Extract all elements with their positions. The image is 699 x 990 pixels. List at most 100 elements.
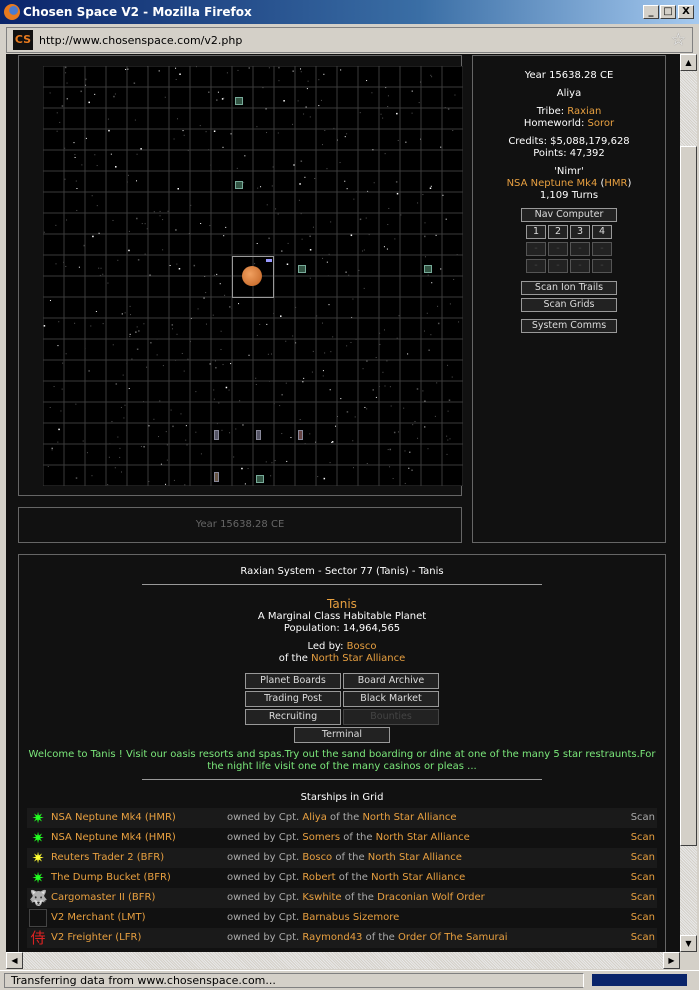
trading-post-button[interactable]: Trading Post [245, 691, 341, 707]
star [272, 166, 274, 168]
scroll-right-button[interactable]: ▶ [663, 952, 680, 969]
star [329, 462, 331, 464]
leader-link[interactable]: Bosco [347, 641, 377, 652]
star [383, 246, 385, 248]
url-input[interactable]: http://www.chosenspace.com/v2.php [39, 34, 242, 47]
station-icon[interactable] [256, 475, 264, 483]
bookmark-star-icon[interactable]: ☆ [671, 30, 686, 50]
nav-slot-1[interactable]: 1 [526, 225, 546, 239]
ship-icon[interactable] [298, 430, 303, 440]
scan-link[interactable]: Scan [631, 832, 655, 843]
black-market-button[interactable]: Black Market [343, 691, 439, 707]
faction-link[interactable]: Order Of The Samurai [398, 932, 508, 943]
star [209, 225, 211, 227]
vertical-scrollbar[interactable]: ▲ ▼ [680, 54, 697, 952]
scan-link[interactable]: Scan [631, 932, 655, 943]
star [424, 426, 426, 428]
star [185, 425, 187, 427]
nav-slot-3[interactable]: 3 [570, 225, 590, 239]
scroll-left-button[interactable]: ◀ [6, 952, 23, 969]
star [239, 400, 241, 402]
ship-icon[interactable] [214, 430, 219, 440]
scan-link[interactable]: Scan [631, 892, 655, 903]
nav-slot-4[interactable]: 4 [592, 225, 612, 239]
progress-bar [592, 974, 687, 986]
scan-link[interactable]: Scan [631, 872, 655, 883]
ship-link[interactable]: NSA Neptune Mk4 (HMR) [51, 832, 176, 843]
star [382, 371, 384, 373]
scan-grids-button[interactable]: Scan Grids [521, 298, 617, 312]
terminal-button[interactable]: Terminal [294, 727, 390, 743]
empty-slot: - [548, 242, 568, 256]
ship-link[interactable]: Reuters Trader 2 (BFR) [51, 852, 164, 863]
close-button[interactable]: X [678, 5, 694, 19]
scrollbar-thumb[interactable] [680, 146, 697, 846]
station-icon[interactable] [235, 97, 243, 105]
tribe-link[interactable]: Raxian [567, 106, 601, 117]
planet-name[interactable]: Tanis [19, 597, 665, 611]
star [75, 180, 77, 182]
star [318, 105, 320, 107]
captain-link[interactable]: Raymond43 [302, 932, 362, 943]
ship-link[interactable]: NSA Neptune Mk4 (HMR) [51, 812, 176, 823]
sector-map[interactable] [43, 66, 463, 486]
scan-link[interactable]: Scan [631, 912, 655, 923]
ship-link[interactable]: V2 Freighter (LFR) [51, 932, 141, 943]
scan-link[interactable]: Scan [631, 852, 655, 863]
star [281, 250, 283, 252]
ship-class-link[interactable]: HMR [604, 178, 627, 189]
captain-link[interactable]: Aliya [302, 812, 326, 823]
faction-link[interactable]: North Star Alliance [362, 812, 456, 823]
station-icon[interactable] [298, 265, 306, 273]
star [236, 167, 238, 169]
ship-icon[interactable] [214, 472, 219, 482]
faction-link[interactable]: North Star Alliance [376, 832, 470, 843]
star [135, 331, 137, 333]
ship-model-link[interactable]: NSA Neptune Mk4 [507, 178, 598, 189]
captain-link[interactable]: Somers [302, 832, 340, 843]
star [176, 118, 178, 120]
current-sector-highlight[interactable] [232, 256, 274, 298]
scroll-up-button[interactable]: ▲ [680, 54, 697, 71]
alliance-link[interactable]: North Star Alliance [311, 653, 405, 664]
station-icon[interactable] [424, 265, 432, 273]
address-bar[interactable]: CS http://www.chosenspace.com/v2.php ☆ [6, 27, 693, 53]
scan-link[interactable]: Scan [631, 812, 655, 823]
star [199, 125, 201, 127]
faction-link[interactable]: Draconian Wolf Order [377, 892, 485, 903]
captain-link[interactable]: Robert [302, 872, 335, 883]
system-comms-button[interactable]: System Comms [521, 319, 617, 333]
star [164, 96, 166, 98]
scroll-down-button[interactable]: ▼ [680, 935, 697, 952]
homeworld-link[interactable]: Soror [588, 118, 615, 129]
maximize-button[interactable]: □ [660, 5, 676, 19]
ship-icon[interactable] [256, 430, 261, 440]
planet-boards-button[interactable]: Planet Boards [245, 673, 341, 689]
star [281, 393, 283, 396]
nav-slot-2[interactable]: 2 [548, 225, 568, 239]
recruiting-button[interactable]: Recruiting [245, 709, 341, 725]
captain-link[interactable]: Barnabus Sizemore [302, 912, 399, 923]
ship-link[interactable]: V2 Merchant (LMT) [51, 912, 146, 923]
captain-link[interactable]: Kswhite [302, 892, 341, 903]
captain-link[interactable]: Bosco [302, 852, 332, 863]
star [213, 130, 216, 133]
ship-link[interactable]: Cargomaster II (BFR) [51, 892, 155, 903]
scan-ion-trails-button[interactable]: Scan Ion Trails [521, 281, 617, 295]
star [200, 453, 202, 455]
board-archive-button[interactable]: Board Archive [343, 673, 439, 689]
star [328, 304, 330, 306]
station-icon[interactable] [235, 181, 243, 189]
planet-icon[interactable] [242, 266, 262, 286]
faction-link[interactable]: North Star Alliance [371, 872, 465, 883]
faction-link[interactable]: North Star Alliance [368, 852, 462, 863]
star [186, 444, 188, 446]
player-panel: Year 15638.28 CE Aliya Tribe: Raxian Hom… [472, 55, 666, 543]
star [226, 72, 228, 74]
nav-computer-button[interactable]: Nav Computer [521, 208, 617, 222]
minimize-button[interactable]: _ [643, 5, 659, 19]
star [398, 315, 400, 317]
star [256, 334, 258, 336]
ship-link[interactable]: The Dump Bucket (BFR) [51, 872, 171, 883]
horizontal-scrollbar[interactable]: ◀ ▶ [6, 952, 680, 969]
